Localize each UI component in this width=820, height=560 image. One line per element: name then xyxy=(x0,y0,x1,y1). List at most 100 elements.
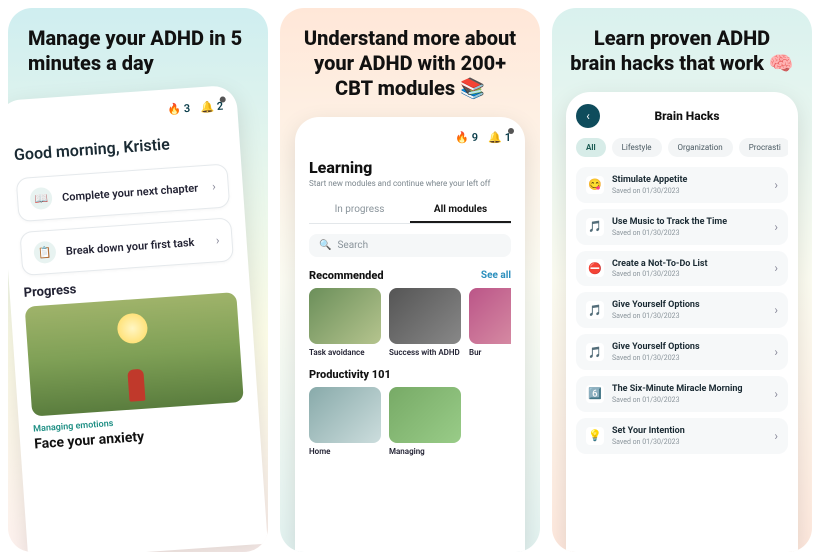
phone-mock-2: 🔥9 🔔1 Learning Start new modules and con… xyxy=(295,117,525,552)
recommended-cards: Task avoidance Success with ADHD Bur xyxy=(309,288,511,358)
list-item[interactable]: 6️⃣ The Six-Minute Miracle MorningSaved o… xyxy=(576,376,788,412)
hack-title: Use Music to Track the Time xyxy=(612,217,766,228)
hack-icon: 🎵 xyxy=(586,218,604,236)
recommended-header: Recommended See all xyxy=(309,269,511,282)
hack-title: The Six-Minute Miracle Morning xyxy=(612,384,766,395)
module-title: Task avoidance xyxy=(309,348,381,358)
page-title: Learning xyxy=(309,158,511,177)
task-card-breakdown[interactable]: 📋 Break down your first task › xyxy=(19,217,234,276)
promo-panel-2: Understand more about your ADHD with 200… xyxy=(280,8,540,552)
list-item[interactable]: 💡Set Your IntentionSaved on 01/30/2023› xyxy=(576,418,788,454)
list-item[interactable]: 🎵 Use Music to Track the TimeSaved on 01/… xyxy=(576,209,788,245)
hack-saved: Saved on 01/30/2023 xyxy=(612,229,766,237)
chevron-right-icon: › xyxy=(774,387,778,401)
chip-lifestyle[interactable]: Lifestyle xyxy=(612,138,662,157)
sun-icon xyxy=(116,312,148,344)
chip-all[interactable]: All xyxy=(576,138,606,157)
notif-dot-icon xyxy=(219,96,225,102)
module-image xyxy=(309,387,381,443)
module-image xyxy=(389,387,461,443)
list-item[interactable]: ⛔Create a Not-To-Do ListSaved on 01/30/2… xyxy=(576,251,788,287)
list-item[interactable]: 😋 Stimulate AppetiteSaved on 01/30/2023 › xyxy=(576,167,788,203)
hack-title: Give Yourself Options xyxy=(612,342,766,353)
module-card[interactable]: Success with ADHD xyxy=(389,288,461,358)
tab-in-progress[interactable]: In progress xyxy=(309,198,410,223)
hack-icon: 😋 xyxy=(586,176,604,194)
hack-content: Give Yourself OptionsSaved on 01/30/2023 xyxy=(612,300,766,320)
headline-2: Understand more about your ADHD with 200… xyxy=(292,26,528,101)
module-card[interactable]: Home xyxy=(309,387,381,457)
chevron-right-icon: › xyxy=(774,261,778,275)
hack-title: Create a Not-To-Do List xyxy=(612,259,766,270)
chevron-right-icon: › xyxy=(774,345,778,359)
productivity-label: Productivity 101 xyxy=(309,368,391,381)
hack-icon: 6️⃣ xyxy=(586,385,604,403)
page-subtitle: Start new modules and continue where you… xyxy=(309,179,511,188)
greeting-text: Good morning, Kristie xyxy=(13,130,226,164)
streak-indicator[interactable]: 🔥9 xyxy=(455,131,478,144)
chevron-right-icon: › xyxy=(774,178,778,192)
task-card-next-chapter[interactable]: 📖 Complete your next chapter › xyxy=(16,163,231,222)
see-all-link[interactable]: See all xyxy=(481,270,511,281)
module-image xyxy=(309,288,381,344)
breakdown-icon: 📋 xyxy=(33,241,56,264)
hack-saved: Saved on 01/30/2023 xyxy=(612,354,766,362)
module-card[interactable]: Task avoidance xyxy=(309,288,381,358)
productivity-header: Productivity 101 xyxy=(309,368,511,381)
chapter-icon: 📖 xyxy=(29,187,52,210)
hack-icon: 🎵 xyxy=(586,301,604,319)
module-card[interactable]: Managing xyxy=(389,387,461,457)
notifications-button[interactable]: 🔔1 xyxy=(488,131,511,144)
module-title: Bur xyxy=(469,348,511,358)
hack-content: Stimulate AppetiteSaved on 01/30/2023 xyxy=(612,175,766,195)
search-icon: 🔍 xyxy=(319,240,331,251)
hack-icon: 🎵 xyxy=(586,343,604,361)
hack-content: Set Your IntentionSaved on 01/30/2023 xyxy=(612,426,766,446)
task-label: Break down your first task xyxy=(65,235,206,258)
tabs: In progress All modules xyxy=(309,198,511,224)
search-placeholder: Search xyxy=(337,240,368,251)
promo-panel-1: Manage your ADHD in 5 minutes a day 🔥3 🔔… xyxy=(8,8,268,552)
hack-title: Give Yourself Options xyxy=(612,300,766,311)
hack-content: Give Yourself OptionsSaved on 01/30/2023 xyxy=(612,342,766,362)
list-item[interactable]: 🎵 Give Yourself OptionsSaved on 01/30/202… xyxy=(576,334,788,370)
hack-content: Create a Not-To-Do ListSaved on 01/30/20… xyxy=(612,259,766,279)
streak-count: 9 xyxy=(472,131,478,144)
progress-card-image[interactable] xyxy=(25,292,244,417)
hack-title: Stimulate Appetite xyxy=(612,175,766,186)
chevron-right-icon: › xyxy=(215,233,220,247)
hack-saved: Saved on 01/30/2023 xyxy=(612,438,766,446)
module-image xyxy=(389,288,461,344)
hack-icon: 💡 xyxy=(586,427,604,445)
chip-organization[interactable]: Organization xyxy=(668,138,733,157)
status-icons: 🔥3 🔔2 xyxy=(11,100,223,128)
task-label: Complete your next chapter xyxy=(62,181,203,204)
notif-dot-icon xyxy=(508,128,514,134)
nav-title: Brain Hacks xyxy=(586,109,788,123)
hack-saved: Saved on 01/30/2023 xyxy=(612,270,766,278)
person-icon xyxy=(127,369,145,402)
phone-mock-1: 🔥3 🔔2 Good morning, Kristie 📖 Complete y… xyxy=(8,85,268,552)
productivity-cards: Home Managing xyxy=(309,387,511,457)
hack-saved: Saved on 01/30/2023 xyxy=(612,187,766,195)
tab-all-modules[interactable]: All modules xyxy=(410,198,511,223)
chevron-right-icon: › xyxy=(212,179,217,193)
nav-bar: ‹ Brain Hacks xyxy=(576,104,788,128)
chip-procrastination[interactable]: Procrasti xyxy=(739,138,788,157)
chevron-right-icon: › xyxy=(774,220,778,234)
headline-1: Manage your ADHD in 5 minutes a day xyxy=(20,26,256,76)
promo-panel-3: Learn proven ADHD brain hacks that work … xyxy=(552,8,812,552)
streak-indicator[interactable]: 🔥3 xyxy=(167,102,191,117)
phone-mock-3: ‹ Brain Hacks All Lifestyle Organization… xyxy=(566,92,798,552)
list-item[interactable]: 🎵 Give Yourself OptionsSaved on 01/30/202… xyxy=(576,292,788,328)
streak-count: 3 xyxy=(183,102,190,115)
module-title: Managing xyxy=(389,447,461,457)
hack-saved: Saved on 01/30/2023 xyxy=(612,312,766,320)
hack-content: Use Music to Track the TimeSaved on 01/3… xyxy=(612,217,766,237)
module-card[interactable]: Bur xyxy=(469,288,511,358)
hack-content: The Six-Minute Miracle MorningSaved on 0… xyxy=(612,384,766,404)
module-image xyxy=(469,288,511,344)
search-input[interactable]: 🔍 Search xyxy=(309,234,511,257)
notifications-button[interactable]: 🔔2 xyxy=(200,100,224,115)
recommended-label: Recommended xyxy=(309,269,384,282)
